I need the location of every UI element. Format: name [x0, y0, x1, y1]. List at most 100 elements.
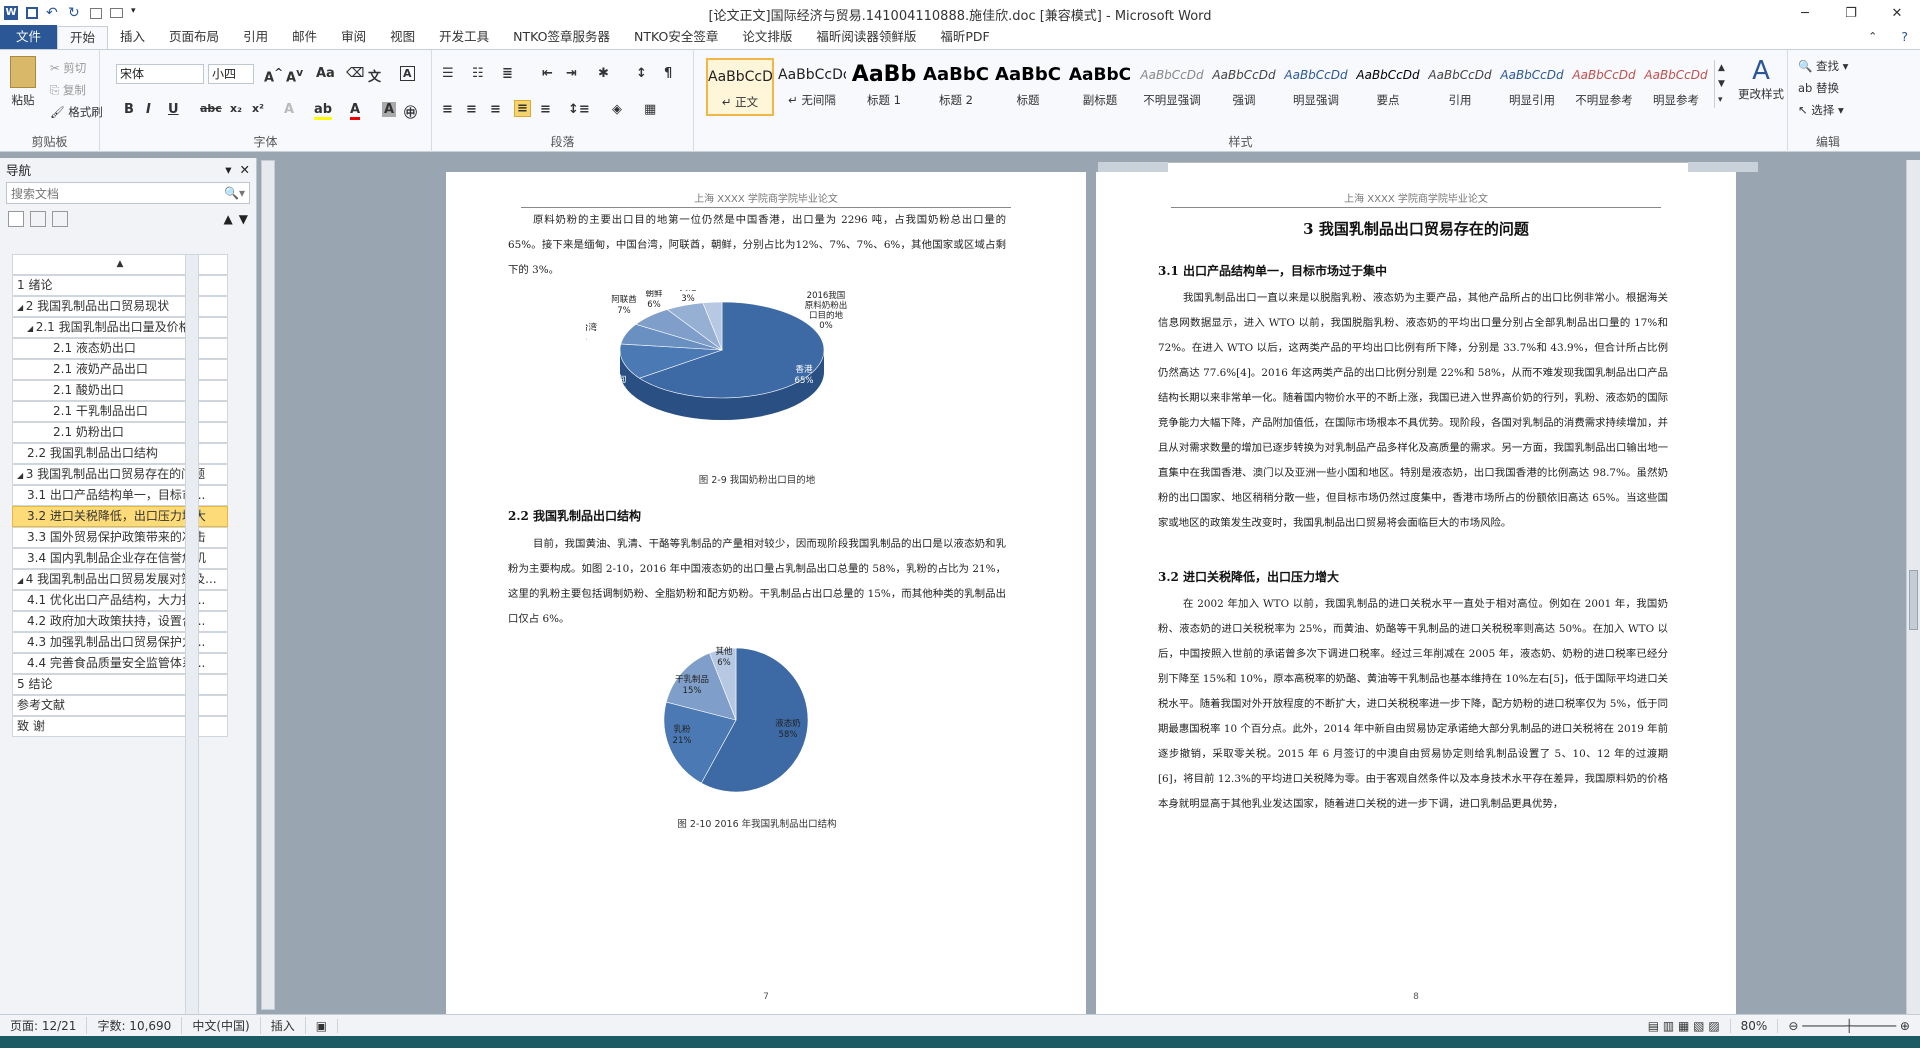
tab-ntko-sign[interactable]: NTKO安全签章 [622, 26, 730, 49]
tab-home[interactable]: 开始 [57, 26, 109, 49]
tab-foxit-pdf[interactable]: 福昕PDF [928, 26, 1001, 49]
style-2[interactable]: AaBb 标题 1 [850, 58, 918, 116]
style-gallery-scroll[interactable]: ▲ ▼ ▾ [1714, 60, 1725, 108]
tab-references[interactable]: 引用 [231, 26, 280, 49]
font-size-combo[interactable]: 小四 [208, 64, 254, 84]
line-spacing-icon[interactable]: ↕≡ [568, 102, 590, 117]
collapse-icon[interactable]: ◢ [27, 324, 36, 333]
style-13[interactable]: AaBbCcDd 明显参考 [1642, 58, 1710, 116]
bold-icon[interactable]: B [124, 102, 134, 117]
style-8[interactable]: AaBbCcDd 明显强调 [1282, 58, 1350, 116]
open-icon[interactable] [90, 7, 102, 19]
subscript-icon[interactable]: x₂ [230, 102, 242, 115]
nav-scrollbar[interactable] [185, 254, 199, 1019]
minimize-button[interactable]: ─ [1782, 0, 1828, 26]
char-shading-icon[interactable]: A [382, 102, 397, 117]
char-border-icon[interactable]: A [400, 66, 415, 81]
print-icon[interactable] [110, 8, 123, 18]
tab-ntko-server[interactable]: NTKO签章服务器 [501, 26, 622, 49]
status-words[interactable]: 字数: 10,690 [87, 1017, 183, 1034]
font-name-combo[interactable]: 宋体 [116, 64, 204, 84]
chinese-layout-icon[interactable]: ✱ [598, 66, 609, 81]
sort-icon[interactable]: ↕ [636, 66, 647, 81]
zoom-slider[interactable]: ⊖ ──────┼────── ⊕ [1778, 1019, 1920, 1033]
style-6[interactable]: AaBbCcDd 不明显强调 [1138, 58, 1206, 116]
undo-icon[interactable]: ↶ [46, 6, 60, 20]
macro-record-icon[interactable]: ▣ [306, 1018, 339, 1033]
phonetic-guide-icon[interactable]: 文 [368, 66, 381, 85]
strikethrough-icon[interactable]: abc [200, 102, 222, 115]
pages-view-icon[interactable] [30, 211, 46, 227]
enclose-char-icon[interactable]: ㊥ [404, 102, 417, 121]
collapse-icon[interactable]: ◢ [17, 471, 26, 480]
replace-button[interactable]: ab 替换 [1798, 80, 1839, 96]
close-button[interactable]: ✕ [1874, 0, 1920, 26]
body-paragraph[interactable]: 我国乳制品出口一直以来是以脱脂乳粉、液态奶为主要产品，其他产品所占的出口比例非常… [1158, 286, 1668, 536]
style-1[interactable]: AaBbCcDd ↵ 无间隔 [778, 58, 846, 116]
cut-button[interactable]: ✂ 剪切 [50, 60, 86, 76]
section-heading[interactable]: 3.2 进口关税降低，出口压力增大 [1158, 568, 1339, 585]
decrease-indent-icon[interactable]: ⇤ [542, 66, 553, 81]
format-painter-button[interactable]: 🖌 格式刷 [50, 104, 103, 120]
show-marks-icon[interactable]: ¶ [664, 66, 672, 81]
tab-file[interactable]: 文件 [0, 25, 58, 49]
shrink-font-icon[interactable]: Av [286, 66, 303, 85]
next-heading-icon[interactable]: ▼ [239, 212, 248, 226]
style-5[interactable]: AaBbC 副标题 [1066, 58, 1134, 116]
underline-icon[interactable]: U [168, 102, 179, 117]
paste-button[interactable]: 粘贴 [8, 56, 38, 108]
bullets-icon[interactable]: ☰ [442, 66, 454, 81]
align-left-icon[interactable]: ≡ [442, 102, 453, 117]
section-heading[interactable]: 2.2 我国乳制品出口结构 [508, 507, 641, 524]
search-icon[interactable]: 🔍▾ [224, 186, 245, 200]
nav-close-icon[interactable]: ✕ [240, 162, 250, 177]
superscript-icon[interactable]: x² [252, 102, 264, 115]
borders-icon[interactable]: ▦ [644, 102, 656, 117]
style-0[interactable]: AaBbCcDd ↵ 正文 [706, 58, 774, 116]
align-right-icon[interactable]: ≡ [490, 102, 501, 117]
select-button[interactable]: ↖ 选择 ▾ [1798, 102, 1844, 118]
justify-icon[interactable]: ≡ [514, 100, 531, 117]
align-center-icon[interactable]: ≡ [466, 102, 477, 117]
results-view-icon[interactable] [52, 211, 68, 227]
tab-review[interactable]: 审阅 [329, 26, 378, 49]
tab-insert[interactable]: 插入 [108, 26, 157, 49]
status-page[interactable]: 页面: 12/21 [0, 1017, 88, 1034]
highlight-icon[interactable]: ab [314, 102, 333, 120]
redo-icon[interactable]: ↻ [68, 6, 82, 20]
nav-search-box[interactable]: 搜索文档 🔍▾ [6, 182, 250, 204]
change-styles-button[interactable]: A 更改样式 [1738, 56, 1784, 102]
view-mode-icons[interactable]: ▤ ▥ ▦ ▧ ▨ [1638, 1018, 1731, 1033]
tab-layout[interactable]: 页面布局 [157, 26, 231, 49]
zoom-level[interactable]: 80% [1731, 1018, 1779, 1033]
style-3[interactable]: AaBbC 标题 2 [922, 58, 990, 116]
style-11[interactable]: AaBbCcDd 明显引用 [1498, 58, 1566, 116]
italic-icon[interactable]: I [146, 102, 151, 117]
section-heading[interactable]: 3.1 出口产品结构单一，目标市场过于集中 [1158, 262, 1387, 279]
style-10[interactable]: AaBbCcDd 引用 [1426, 58, 1494, 116]
tab-view[interactable]: 视图 [378, 26, 427, 49]
help-icon[interactable]: ? [1889, 26, 1920, 49]
status-mode[interactable]: 插入 [261, 1017, 306, 1034]
find-button[interactable]: 🔍 查找 ▾ [1798, 58, 1848, 74]
save-icon[interactable] [26, 7, 38, 19]
style-7[interactable]: AaBbCcDd 强调 [1210, 58, 1278, 116]
tab-developer[interactable]: 开发工具 [427, 26, 501, 49]
headings-view-icon[interactable] [8, 211, 24, 227]
style-12[interactable]: AaBbCcDd 不明显参考 [1570, 58, 1638, 116]
scroll-thumb[interactable] [1909, 570, 1918, 630]
body-paragraph[interactable]: 目前，我国黄油、乳清、干酪等乳制品的产量相对较少，因而现阶段我国乳制品的出口是以… [508, 532, 1006, 632]
vertical-ruler[interactable] [261, 160, 275, 1010]
font-color-icon[interactable]: A [350, 102, 361, 120]
distributed-icon[interactable]: ≡ [540, 102, 551, 117]
tab-thesis-format[interactable]: 论文排版 [730, 26, 804, 49]
text-effect-icon[interactable]: A [284, 102, 294, 117]
customize-qat-icon[interactable]: ▾ [131, 6, 145, 20]
multilevel-list-icon[interactable]: ≣ [502, 66, 513, 81]
nav-search-input[interactable]: 搜索文档 [11, 185, 59, 202]
copy-button[interactable]: ⎘ 复制 [50, 82, 86, 98]
prev-heading-icon[interactable]: ▲ [224, 212, 233, 226]
grow-font-icon[interactable]: A^ [264, 66, 283, 85]
numbering-icon[interactable]: ☷ [472, 66, 484, 81]
tab-foxit-reader[interactable]: 福昕阅读器领鲜版 [804, 26, 928, 49]
